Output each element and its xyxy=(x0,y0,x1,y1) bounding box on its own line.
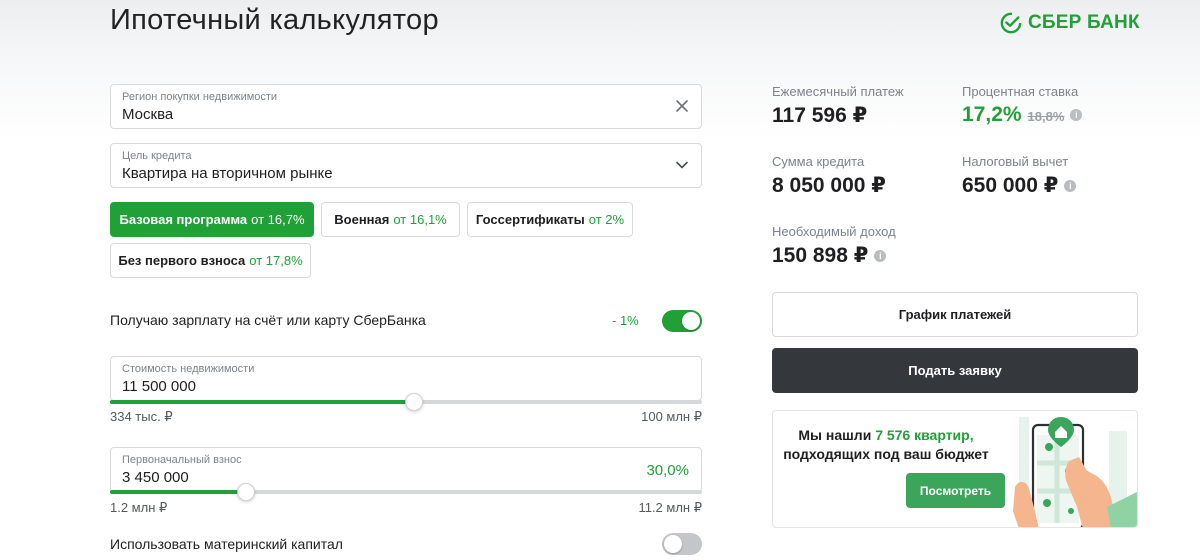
down-payment-max: 11.2 млн ₽ xyxy=(638,500,702,515)
slider-fill xyxy=(110,490,246,494)
property-cost-value: 11 500 000 xyxy=(122,378,196,395)
info-icon[interactable]: i xyxy=(874,249,887,262)
toggle-knob xyxy=(682,312,700,330)
promo-count: 7 576 квартир, xyxy=(875,427,974,443)
region-value: Москва xyxy=(122,106,174,123)
slider-thumb[interactable] xyxy=(236,483,255,501)
credit-purpose-select[interactable]: Цель кредита Квартира на вторичном рынке xyxy=(110,143,702,188)
program-chip-no-down-payment[interactable]: Без первого взноса от 17,8% xyxy=(110,243,311,278)
purpose-value: Квартира на вторичном рынке xyxy=(122,165,333,182)
maternity-capital-toggle[interactable] xyxy=(662,533,702,555)
tax-deduction-amount: 650 000 ₽ xyxy=(962,174,1059,197)
required-income-amount: 150 898 ₽ xyxy=(772,244,869,267)
salary-discount: - 1% xyxy=(612,313,639,328)
slider-fill xyxy=(110,400,414,404)
chevron-down-icon[interactable] xyxy=(673,156,691,174)
program-name: Госсертификаты xyxy=(475,212,585,227)
sber-logo-icon xyxy=(1000,12,1022,34)
monthly-payment-amount: 117 596 ₽ xyxy=(772,104,868,127)
tax-deduction-value: 650 000 ₽ i xyxy=(962,173,1077,198)
required-income-label: Необходимый доход xyxy=(772,224,896,239)
sberbank-logo[interactable]: СБЕР БАНК xyxy=(1000,10,1140,36)
program-name: Военная xyxy=(334,212,390,227)
loan-amount: 8 050 000 ₽ xyxy=(772,174,886,197)
maternity-capital-label: Использовать материнский капитал xyxy=(110,536,343,552)
slider-thumb[interactable] xyxy=(404,393,423,411)
required-income-value: 150 898 ₽ i xyxy=(772,243,887,268)
tax-deduction-label: Налоговый вычет xyxy=(962,154,1069,169)
apartments-promo-card: Мы нашли 7 576 квартир, подходящих под в… xyxy=(772,410,1138,528)
property-cost-max: 100 млн ₽ xyxy=(641,409,702,424)
interest-rate-value: 17,2% 18,8% i xyxy=(962,103,1083,127)
program-rate: от 16,7% xyxy=(251,212,305,227)
page-title: Ипотечный калькулятор xyxy=(110,4,439,36)
program-name: Базовая программа xyxy=(119,212,248,227)
program-chip-base[interactable]: Базовая программа от 16,7% xyxy=(110,202,314,237)
down-payment-label: Первоначальный взнос xyxy=(122,454,242,466)
program-chip-certificates[interactable]: Госсертификаты от 2% xyxy=(467,202,633,237)
region-label: Регион покупки недвижимости xyxy=(122,91,278,103)
region-field[interactable]: Регион покупки недвижимости Москва xyxy=(110,84,702,129)
loan-amount-value: 8 050 000 ₽ xyxy=(772,173,886,198)
property-cost-slider[interactable] xyxy=(110,393,702,411)
property-cost-min: 334 тыс. ₽ xyxy=(110,409,173,424)
promo-line2: подходящих под ваш бюджет xyxy=(783,446,989,462)
purpose-label: Цель кредита xyxy=(122,150,192,162)
property-cost-label: Стоимость недвижимости xyxy=(122,363,255,375)
toggle-knob xyxy=(664,535,682,553)
monthly-payment-value: 117 596 ₽ xyxy=(772,103,867,128)
interest-rate-label: Процентная ставка xyxy=(962,84,1079,99)
payment-schedule-button[interactable]: График платежей xyxy=(772,292,1138,337)
salary-toggle-label: Получаю зарплату на счёт или карту СберБ… xyxy=(110,312,426,328)
close-icon[interactable] xyxy=(673,97,691,115)
down-payment-slider[interactable] xyxy=(110,483,702,501)
info-icon[interactable]: i xyxy=(1064,179,1077,192)
salary-toggle[interactable] xyxy=(662,310,702,332)
interest-rate-old: 18,8% xyxy=(1027,109,1065,124)
program-rate: от 17,8% xyxy=(249,253,303,268)
down-payment-value: 3 450 000 xyxy=(122,469,189,486)
logo-text: СБЕР БАНК xyxy=(1028,12,1140,33)
program-rate: от 16,1% xyxy=(393,212,447,227)
map-hand-illustration xyxy=(1013,417,1137,527)
submit-application-button[interactable]: Подать заявку xyxy=(772,348,1138,393)
loan-amount-label: Сумма кредита xyxy=(772,154,865,169)
interest-rate-current: 17,2% xyxy=(962,103,1022,126)
monthly-payment-label: Ежемесячный платеж xyxy=(772,84,904,99)
program-name: Без первого взноса xyxy=(118,253,246,268)
view-apartments-button[interactable]: Посмотреть xyxy=(906,473,1005,508)
down-payment-percent: 30,0% xyxy=(646,462,689,479)
down-payment-min: 1.2 млн ₽ xyxy=(110,500,168,515)
promo-prefix: Мы нашли xyxy=(798,427,872,443)
program-chip-military[interactable]: Военная от 16,1% xyxy=(321,202,460,237)
program-rate: от 2% xyxy=(588,212,625,227)
promo-text: Мы нашли 7 576 квартир, подходящих под в… xyxy=(773,426,999,464)
info-icon[interactable]: i xyxy=(1070,109,1083,121)
